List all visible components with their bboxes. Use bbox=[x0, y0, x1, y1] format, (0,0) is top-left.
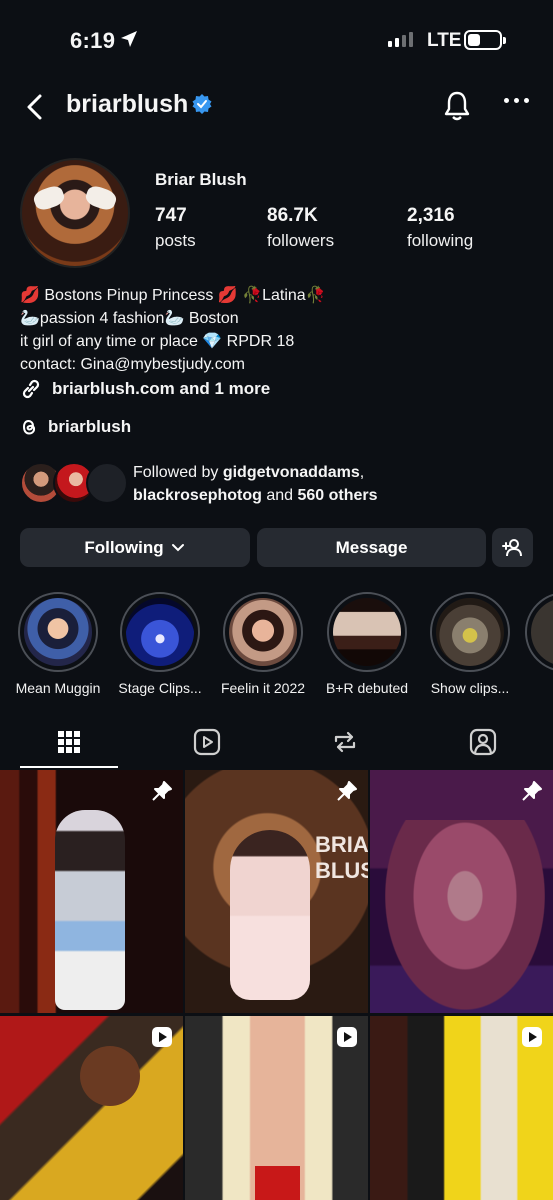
stat-label: following bbox=[407, 231, 474, 250]
chevron-down-icon bbox=[171, 543, 184, 551]
network-type: LTE bbox=[427, 30, 462, 51]
tab-reels[interactable] bbox=[192, 726, 222, 758]
back-chevron-icon[interactable] bbox=[22, 92, 48, 122]
stat-value: 86.7K bbox=[267, 205, 318, 226]
highlight-label: Show clips... bbox=[430, 680, 510, 696]
followed-by[interactable]: Followed by gidgetvonaddams, blackroseph… bbox=[20, 460, 540, 510]
suggest-people-button[interactable] bbox=[492, 528, 533, 567]
highlight-item[interactable]: Stage Clips... bbox=[112, 592, 208, 696]
reel-play-icon bbox=[152, 1027, 172, 1047]
tab-posts[interactable] bbox=[54, 726, 84, 758]
stat-followers[interactable]: 86.7K followers bbox=[267, 205, 334, 251]
add-person-icon bbox=[501, 538, 522, 556]
bio: 💋 Bostons Pinup Princess 💋 🥀Latina🥀 🦢pas… bbox=[20, 284, 540, 376]
post-tile[interactable]: BRIARBLUSH bbox=[185, 770, 368, 1013]
stat-label: posts bbox=[155, 231, 196, 250]
bio-link-text: briarblush.com and 1 more bbox=[52, 379, 271, 398]
tagged-icon bbox=[469, 728, 497, 756]
more-icon[interactable] bbox=[504, 98, 529, 103]
followed-others: 560 others bbox=[297, 487, 378, 504]
post-grid: BRIARBLUSH bbox=[0, 770, 553, 1200]
highlight-item-partial[interactable] bbox=[525, 592, 553, 672]
followed-by-text: Followed by gidgetvonaddams, blackroseph… bbox=[133, 461, 378, 507]
highlight-item[interactable]: Feelin it 2022 bbox=[215, 592, 311, 696]
status-bar: 6:19 LTE bbox=[0, 0, 553, 80]
followed-user: gidgetvonaddams bbox=[222, 464, 360, 481]
status-time: 6:19 bbox=[70, 28, 116, 53]
profile-avatar[interactable] bbox=[20, 158, 130, 268]
signal-icon bbox=[388, 32, 413, 47]
bell-icon[interactable] bbox=[442, 90, 472, 122]
bio-line: contact: Gina@mybestjudy.com bbox=[20, 356, 245, 373]
reposts-icon bbox=[334, 731, 356, 753]
stat-following[interactable]: 2,316 following bbox=[407, 205, 473, 251]
highlight-label: B+R debuted bbox=[325, 680, 409, 696]
highlight-label: Stage Clips... bbox=[118, 680, 202, 696]
reel-play-icon bbox=[337, 1027, 357, 1047]
following-button[interactable]: Following bbox=[20, 528, 250, 567]
following-button-label: Following bbox=[84, 537, 164, 557]
pin-icon bbox=[152, 781, 172, 801]
verified-badge-icon bbox=[192, 94, 212, 114]
post-tile[interactable] bbox=[185, 1016, 368, 1200]
grid-icon bbox=[58, 731, 80, 753]
message-button-label: Message bbox=[335, 537, 408, 557]
threads-username: briarblush bbox=[48, 417, 132, 436]
pin-icon bbox=[522, 781, 542, 801]
display-name: Briar Blush bbox=[155, 170, 247, 189]
profile-tabs bbox=[0, 718, 553, 768]
highlight-item[interactable]: Show clips... bbox=[422, 592, 518, 696]
profile-header: briarblush bbox=[0, 80, 553, 132]
highlight-label: Mean Muggin bbox=[15, 680, 101, 696]
stat-value: 747 bbox=[155, 205, 187, 226]
reels-icon bbox=[193, 728, 221, 756]
bio-line: it girl of any time or place 💎 RPDR 18 bbox=[20, 333, 295, 350]
highlight-item[interactable]: B+R debuted bbox=[319, 592, 415, 696]
bio-line: 💋 Bostons Pinup Princess 💋 🥀Latina🥀 bbox=[20, 287, 326, 304]
post-tile[interactable] bbox=[0, 1016, 183, 1200]
pin-icon bbox=[337, 781, 357, 801]
followed-and: and bbox=[261, 487, 298, 504]
followed-prefix: Followed by bbox=[133, 464, 223, 481]
battery-icon bbox=[464, 30, 506, 50]
post-tile[interactable] bbox=[0, 770, 183, 1013]
link-icon bbox=[22, 379, 40, 399]
active-tab-indicator bbox=[20, 766, 118, 768]
bio-link[interactable]: briarblush.com and 1 more bbox=[20, 378, 270, 400]
highlight-item[interactable]: Mean Muggin bbox=[10, 592, 106, 696]
follower-avatar bbox=[86, 462, 128, 504]
stat-label: followers bbox=[267, 231, 335, 250]
reel-play-icon bbox=[522, 1027, 542, 1047]
threads-link[interactable]: briarblush bbox=[20, 417, 131, 437]
bio-line: 🦢passion 4 fashion🦢 Boston bbox=[20, 310, 239, 327]
stat-value: 2,316 bbox=[407, 205, 455, 226]
post-tile[interactable] bbox=[370, 770, 553, 1013]
header-username: briarblush bbox=[66, 90, 189, 118]
stat-posts[interactable]: 747 posts bbox=[155, 205, 196, 251]
threads-icon bbox=[22, 419, 36, 435]
post-tile[interactable] bbox=[370, 1016, 553, 1200]
message-button[interactable]: Message bbox=[257, 528, 486, 567]
followed-comma: , bbox=[359, 464, 365, 481]
highlight-label: Feelin it 2022 bbox=[220, 680, 306, 696]
location-arrow-icon bbox=[121, 31, 137, 47]
followed-user: blackrosephotog bbox=[133, 487, 262, 504]
tab-reposts[interactable] bbox=[330, 726, 360, 758]
tab-tagged[interactable] bbox=[468, 726, 498, 758]
